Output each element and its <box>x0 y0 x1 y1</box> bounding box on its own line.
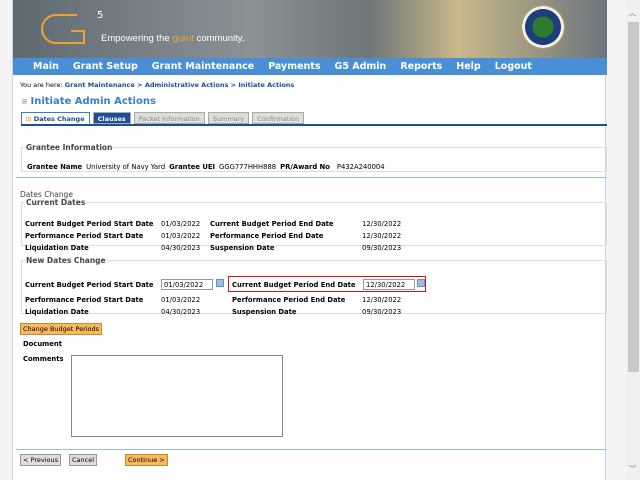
scroll-thumb[interactable] <box>628 22 639 372</box>
current-budget-value: 01/03/2022 <box>161 220 201 228</box>
tagline-post: community. <box>193 33 245 44</box>
divider <box>16 177 607 178</box>
breadcrumb-sep: > <box>228 81 239 89</box>
comments-label: Comments <box>23 355 64 363</box>
breadcrumb-grant-maintenance[interactable]: Grant Maintenance <box>65 81 135 89</box>
current-budget-label: Current Budget Period End Date <box>210 220 334 228</box>
new-susp-label: Suspension Date <box>232 308 297 316</box>
new-liq: 04/30/2023 <box>161 308 201 316</box>
new-susp: 09/30/2023 <box>362 308 402 316</box>
new-perf-start-label: Performance Period Start Date <box>25 296 144 304</box>
current-perf-value: 12/30/2022 <box>362 232 402 240</box>
previous-button[interactable]: < Previous <box>20 454 61 466</box>
title-icon: ≡ <box>21 97 31 106</box>
tab-summary[interactable]: Summary <box>207 112 250 124</box>
current-perf-value: 01/03/2022 <box>161 232 201 240</box>
new-perf-end: 12/30/2022 <box>362 296 402 304</box>
comments-textarea[interactable] <box>71 355 283 437</box>
scroll-down-icon[interactable]: ﹀ <box>629 464 636 474</box>
tab-label: Dates Change <box>33 115 85 123</box>
change-budget-periods-button[interactable]: Change Budget Periods <box>20 323 103 335</box>
continue-button[interactable]: Continue > <box>125 454 168 466</box>
page-title: ≡ Initiate Admin Actions <box>21 96 156 107</box>
grantee-uei: GGG777HHH888 <box>219 163 277 171</box>
department-seal-icon <box>521 5 565 49</box>
current-liq-label: Liquidation Date <box>25 244 89 252</box>
breadcrumb: You are here: Grant Maintenance > Admini… <box>20 81 294 89</box>
g5-logo-part <box>71 30 85 44</box>
tagline-pre: Empowering the <box>101 33 173 44</box>
current-liq-value: 04/30/2023 <box>161 244 201 252</box>
nav-grant-maintenance[interactable]: Grant Maintenance <box>152 61 254 72</box>
tagline: Empowering the grant community. <box>101 33 244 44</box>
breadcrumb-prefix: You are here: <box>20 81 63 89</box>
page: 5 Empowering the grant community. Main G… <box>12 0 607 480</box>
nav-reports[interactable]: Reports <box>400 61 442 72</box>
breadcrumb-admin-actions[interactable]: Administrative Actions <box>145 81 229 89</box>
tab-packet-information[interactable]: Packet Information <box>133 112 205 124</box>
current-budget-label: Current Budget Period Start Date <box>25 220 154 228</box>
page-title-text: Initiate Admin Actions <box>30 96 156 107</box>
calendar-icon[interactable] <box>417 279 425 287</box>
award-label: PR/Award No <box>280 163 330 171</box>
nav-grant-setup[interactable]: Grant Setup <box>73 61 138 72</box>
grantee-uei-label: Grantee UEI <box>169 163 216 171</box>
tab-clauses[interactable]: Clauses <box>92 112 131 124</box>
new-perf-end-label: Performance Period End Date <box>232 296 346 304</box>
scroll-up-icon[interactable]: ︿ <box>629 8 636 18</box>
new-perf-start: 01/03/2022 <box>161 296 201 304</box>
tab-dates-change[interactable]: ⊡ Dates Change <box>21 112 90 124</box>
current-dates: Current Dates Current Budget Period Star… <box>21 198 607 252</box>
new-liq-label: Liquidation Date <box>25 308 89 316</box>
grantee-legend: Grantee Information <box>26 143 113 152</box>
logo-superscript: 5 <box>97 10 104 21</box>
scrollbar[interactable]: ︿ ﹀ <box>626 0 640 480</box>
cancel-button[interactable]: Cancel <box>69 454 98 466</box>
new-dates: New Dates Change Current Budget Period S… <box>21 256 607 316</box>
nav-g5-admin[interactable]: G5 Admin <box>335 61 387 72</box>
new-dates-legend: New Dates Change <box>26 256 106 265</box>
banner: 5 Empowering the grant community. <box>13 0 607 58</box>
new-budget-start-input[interactable]: 01/03/2022 <box>161 279 213 290</box>
nav-payments[interactable]: Payments <box>268 61 320 72</box>
grantee-info: Grantee Information Grantee Name Univers… <box>21 143 607 172</box>
current-liq-label: Suspension Date <box>210 244 275 252</box>
tagline-accent: grant <box>172 33 194 44</box>
breadcrumb-sep: > <box>134 81 145 89</box>
new-end-label: Current Budget Period End Date <box>232 281 356 289</box>
current-dates-legend: Current Dates <box>26 198 86 207</box>
divider <box>16 449 607 450</box>
new-budget-end-input[interactable]: 12/30/2022 <box>363 279 415 290</box>
nav-main[interactable]: Main <box>33 61 59 72</box>
nav-logout[interactable]: Logout <box>495 61 532 72</box>
tab-underline <box>21 124 607 126</box>
current-perf-label: Performance Period Start Date <box>25 232 144 240</box>
grantee-name: University of Navy Yard <box>86 163 166 171</box>
nav-help[interactable]: Help <box>456 61 480 72</box>
main-nav: Main Grant Setup Grant Maintenance Payme… <box>13 58 607 75</box>
award-number: P432A240004 <box>336 163 385 171</box>
grantee-row: Grantee Name University of Navy Yard Gra… <box>27 163 385 171</box>
new-start-label: Current Budget Period Start Date <box>25 281 154 289</box>
tab-confirmation[interactable]: Confirmation <box>252 112 305 124</box>
tab-bar: ⊡ Dates Change Clauses Packet Informatio… <box>21 112 305 124</box>
document-label: Document <box>23 340 62 348</box>
current-perf-label: Performance Period End Date <box>210 232 324 240</box>
grantee-name-label: Grantee Name <box>27 163 83 171</box>
breadcrumb-initiate-actions[interactable]: Initiate Actions <box>238 81 294 89</box>
tab-icon: ⊡ <box>26 115 34 123</box>
calendar-icon[interactable] <box>216 279 224 287</box>
current-budget-value: 12/30/2022 <box>362 220 402 228</box>
current-liq-value: 09/30/2023 <box>362 244 402 252</box>
